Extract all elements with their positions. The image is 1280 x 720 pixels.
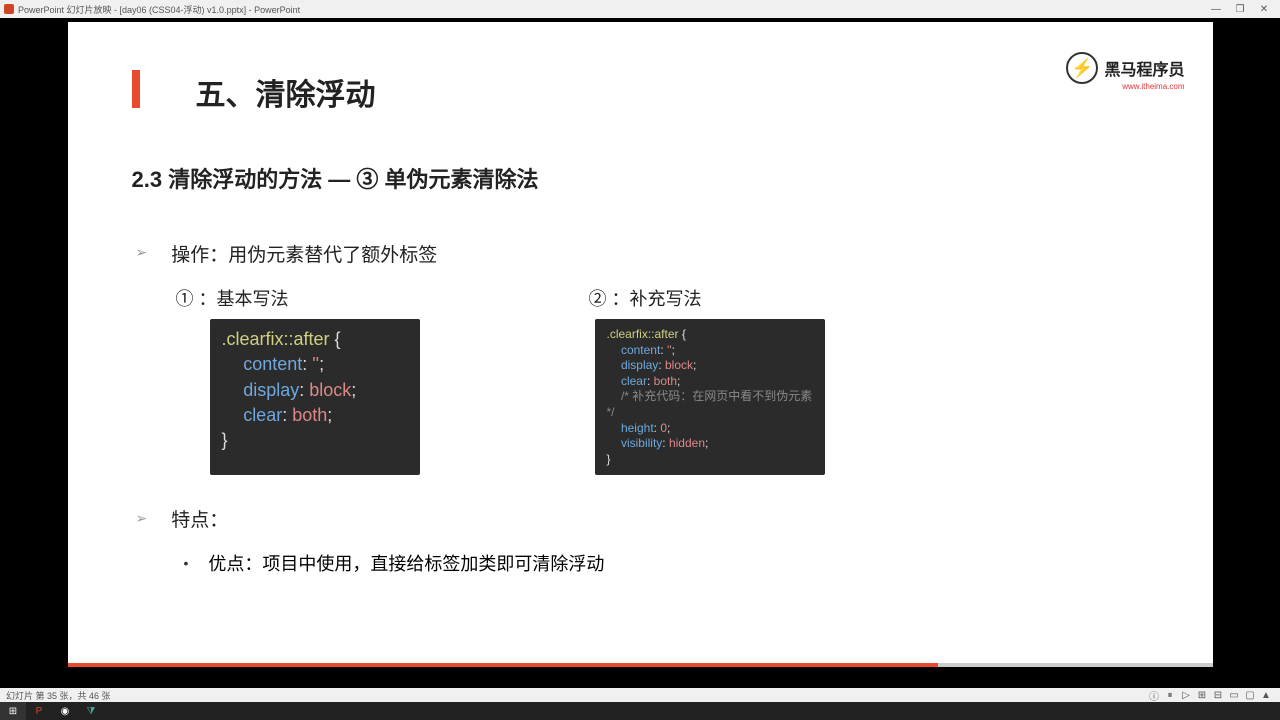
status-bar: 幻灯片 第 35 张，共 46 张 ⓘ ⏸ ▷ ⊞ ⊟ ▭ ▢ ▲ xyxy=(0,688,1280,702)
powerpoint-icon xyxy=(4,4,14,14)
slide-subtitle: 2.3 清除浮动的方法 — ③ 单伪元素清除法 xyxy=(132,162,1149,194)
bullet-dot-icon: • xyxy=(184,555,189,571)
brand-logo: ⚡ 黑马程序员 www.itheima.com xyxy=(1066,52,1184,84)
restore-button[interactable]: ❐ xyxy=(1228,4,1252,15)
slide-counter: 幻灯片 第 35 张，共 46 张 xyxy=(6,689,111,702)
taskbar-vscode[interactable]: ⧩ xyxy=(78,702,104,720)
operation-row: ➢ 操作：用伪元素替代了额外标签 xyxy=(136,240,1149,267)
slide-content: 五、清除浮动 ⚡ 黑马程序员 www.itheima.com 2.3 清除浮动的… xyxy=(68,22,1213,667)
operation-text: 操作：用伪元素替代了额外标签 xyxy=(171,240,437,267)
view-normal-icon[interactable]: ⊞ xyxy=(1194,690,1210,701)
features-row: ➢ 特点： xyxy=(136,505,1149,532)
window-title: PowerPoint 幻灯片放映 - [day06 (CSS04-浮动) v1.… xyxy=(18,3,300,16)
logo-icon: ⚡ xyxy=(1066,52,1098,84)
advantage-row: • 优点：项目中使用，直接给标签加类即可清除浮动 xyxy=(184,550,1149,576)
features-label: 特点： xyxy=(171,505,228,532)
view-slideshow-icon[interactable]: ▢ xyxy=(1242,690,1258,701)
minimize-button[interactable]: — xyxy=(1204,4,1228,15)
bullet-arrow-icon: ➢ xyxy=(136,510,148,527)
progress-bar xyxy=(68,663,938,667)
advantage-text: 优点：项目中使用，直接给标签加类即可清除浮动 xyxy=(208,550,604,576)
view-sorter-icon[interactable]: ⊟ xyxy=(1210,690,1226,701)
windows-taskbar: ⊞ P ◉ ⧩ xyxy=(0,702,1280,720)
view-reading-icon[interactable]: ▭ xyxy=(1226,690,1242,701)
logo-name: 黑马程序员 xyxy=(1104,56,1184,80)
taskbar-chrome[interactable]: ◉ xyxy=(52,702,78,720)
method1-label: ① ：基本写法 xyxy=(176,285,289,311)
logo-url: www.itheima.com xyxy=(1122,82,1184,91)
expand-icon[interactable]: ▲ xyxy=(1258,690,1274,701)
start-button[interactable]: ⊞ xyxy=(0,702,26,720)
slide-title: 五、清除浮动 xyxy=(196,70,1149,114)
pause-icon[interactable]: ⏸ xyxy=(1162,690,1178,701)
method2-label: ② ：补充写法 xyxy=(589,285,702,311)
slideshow-area[interactable]: 五、清除浮动 ⚡ 黑马程序员 www.itheima.com 2.3 清除浮动的… xyxy=(0,18,1280,680)
window-titlebar: PowerPoint 幻灯片放映 - [day06 (CSS04-浮动) v1.… xyxy=(0,0,1280,18)
info-icon[interactable]: ⓘ xyxy=(1146,688,1162,703)
method-labels: ① ：基本写法 ② ：补充写法 xyxy=(176,285,1149,311)
title-accent-bar xyxy=(132,70,140,108)
code-block-basic: .clearfix::after { content: ''; display:… xyxy=(210,319,420,475)
code-block-extended: .clearfix::after { content: ''; display:… xyxy=(595,319,825,475)
taskbar-powerpoint[interactable]: P xyxy=(26,702,52,720)
bullet-arrow-icon: ➢ xyxy=(136,244,148,261)
play-icon[interactable]: ▷ xyxy=(1178,690,1194,701)
close-button[interactable]: ✕ xyxy=(1252,4,1276,15)
